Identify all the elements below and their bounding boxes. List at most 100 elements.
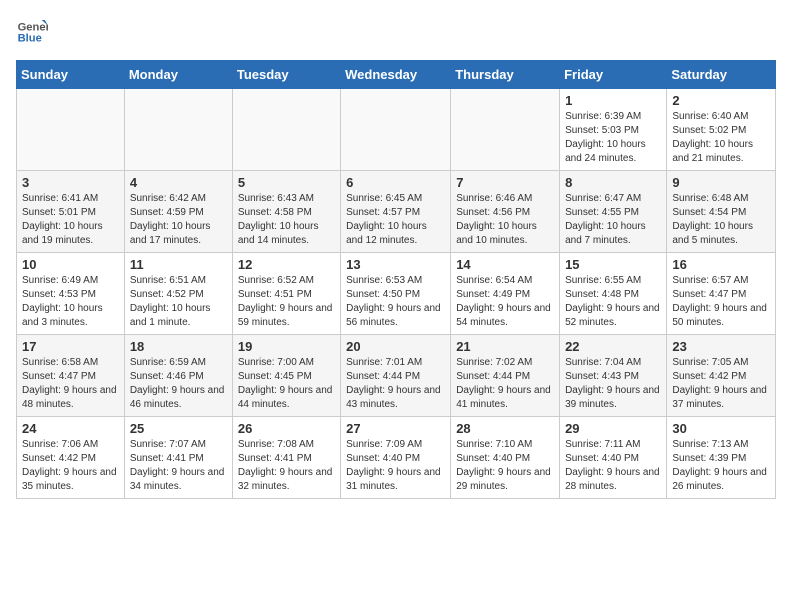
- calendar-cell: 20 Sunrise: 7:01 AM Sunset: 4:44 PM Dayli…: [341, 335, 451, 417]
- day-info: Sunrise: 7:13 AM Sunset: 4:39 PM Dayligh…: [672, 438, 770, 494]
- day-number: 8: [565, 175, 661, 190]
- day-info: Sunrise: 6:47 AM Sunset: 4:55 PM Dayligh…: [565, 192, 661, 248]
- day-info: Sunrise: 7:11 AM Sunset: 4:40 PM Dayligh…: [565, 438, 661, 494]
- weekday-header-tuesday: Tuesday: [232, 61, 340, 89]
- day-info: Sunrise: 6:52 AM Sunset: 4:51 PM Dayligh…: [238, 274, 335, 330]
- calendar-cell: 1Sunrise: 6:39 AM Sunset: 5:03 PM Daylig…: [560, 89, 667, 171]
- calendar-cell: 17 Sunrise: 6:58 AM Sunset: 4:47 PM Dayli…: [17, 335, 125, 417]
- day-info: Sunrise: 6:59 AM Sunset: 4:46 PM Dayligh…: [130, 356, 227, 412]
- day-number: 13: [346, 257, 445, 272]
- calendar-cell: 3Sunrise: 6:41 AM Sunset: 5:01 PM Daylig…: [17, 171, 125, 253]
- day-info: Sunrise: 6:49 AM Sunset: 4:53 PM Dayligh…: [22, 274, 119, 330]
- page-header: General Blue: [16, 16, 776, 48]
- day-info: Sunrise: 6:45 AM Sunset: 4:57 PM Dayligh…: [346, 192, 445, 248]
- day-number: 18: [130, 339, 227, 354]
- logo-icon: General Blue: [16, 16, 48, 48]
- calendar-cell: 26 Sunrise: 7:08 AM Sunset: 4:41 PM Dayli…: [232, 417, 340, 499]
- day-info: Sunrise: 7:08 AM Sunset: 4:41 PM Dayligh…: [238, 438, 335, 494]
- day-number: 2: [672, 93, 770, 108]
- day-number: 22: [565, 339, 661, 354]
- day-info: Sunrise: 6:58 AM Sunset: 4:47 PM Dayligh…: [22, 356, 119, 412]
- weekday-header-wednesday: Wednesday: [341, 61, 451, 89]
- day-info: Sunrise: 6:48 AM Sunset: 4:54 PM Dayligh…: [672, 192, 770, 248]
- weekday-header-saturday: Saturday: [667, 61, 776, 89]
- weekday-header-friday: Friday: [560, 61, 667, 89]
- calendar-cell: 8 Sunrise: 6:47 AM Sunset: 4:55 PM Daylig…: [560, 171, 667, 253]
- calendar-cell: 7 Sunrise: 6:46 AM Sunset: 4:56 PM Daylig…: [451, 171, 560, 253]
- calendar-cell: 22 Sunrise: 7:04 AM Sunset: 4:43 PM Dayli…: [560, 335, 667, 417]
- day-number: 26: [238, 421, 335, 436]
- calendar-cell: 6 Sunrise: 6:45 AM Sunset: 4:57 PM Daylig…: [341, 171, 451, 253]
- day-info: Sunrise: 6:54 AM Sunset: 4:49 PM Dayligh…: [456, 274, 554, 330]
- calendar-week-5: 24Sunrise: 7:06 AM Sunset: 4:42 PM Dayli…: [17, 417, 776, 499]
- calendar-cell: [341, 89, 451, 171]
- day-number: 5: [238, 175, 335, 190]
- calendar-week-2: 3Sunrise: 6:41 AM Sunset: 5:01 PM Daylig…: [17, 171, 776, 253]
- calendar-cell: 28 Sunrise: 7:10 AM Sunset: 4:40 PM Dayli…: [451, 417, 560, 499]
- calendar-cell: [451, 89, 560, 171]
- day-info: Sunrise: 6:57 AM Sunset: 4:47 PM Dayligh…: [672, 274, 770, 330]
- day-number: 6: [346, 175, 445, 190]
- day-number: 11: [130, 257, 227, 272]
- calendar-cell: 4 Sunrise: 6:42 AM Sunset: 4:59 PM Daylig…: [124, 171, 232, 253]
- day-number: 28: [456, 421, 554, 436]
- day-info: Sunrise: 6:43 AM Sunset: 4:58 PM Dayligh…: [238, 192, 335, 248]
- day-number: 21: [456, 339, 554, 354]
- calendar-week-1: 1Sunrise: 6:39 AM Sunset: 5:03 PM Daylig…: [17, 89, 776, 171]
- calendar-cell: 15 Sunrise: 6:55 AM Sunset: 4:48 PM Dayli…: [560, 253, 667, 335]
- day-info: Sunrise: 6:40 AM Sunset: 5:02 PM Dayligh…: [672, 110, 770, 166]
- day-number: 20: [346, 339, 445, 354]
- calendar-cell: 5 Sunrise: 6:43 AM Sunset: 4:58 PM Daylig…: [232, 171, 340, 253]
- logo: General Blue: [16, 16, 52, 48]
- calendar-cell: 11Sunrise: 6:51 AM Sunset: 4:52 PM Dayli…: [124, 253, 232, 335]
- day-info: Sunrise: 6:46 AM Sunset: 4:56 PM Dayligh…: [456, 192, 554, 248]
- day-number: 27: [346, 421, 445, 436]
- calendar-cell: [232, 89, 340, 171]
- calendar-cell: 9 Sunrise: 6:48 AM Sunset: 4:54 PM Daylig…: [667, 171, 776, 253]
- day-info: Sunrise: 7:00 AM Sunset: 4:45 PM Dayligh…: [238, 356, 335, 412]
- day-number: 15: [565, 257, 661, 272]
- calendar-cell: 18 Sunrise: 6:59 AM Sunset: 4:46 PM Dayli…: [124, 335, 232, 417]
- day-info: Sunrise: 7:01 AM Sunset: 4:44 PM Dayligh…: [346, 356, 445, 412]
- day-info: Sunrise: 6:42 AM Sunset: 4:59 PM Dayligh…: [130, 192, 227, 248]
- day-number: 17: [22, 339, 119, 354]
- day-info: Sunrise: 6:53 AM Sunset: 4:50 PM Dayligh…: [346, 274, 445, 330]
- calendar-cell: 2 Sunrise: 6:40 AM Sunset: 5:02 PM Daylig…: [667, 89, 776, 171]
- calendar-cell: 10 Sunrise: 6:49 AM Sunset: 4:53 PM Dayli…: [17, 253, 125, 335]
- day-number: 30: [672, 421, 770, 436]
- day-number: 7: [456, 175, 554, 190]
- weekday-header-row: SundayMondayTuesdayWednesdayThursdayFrid…: [17, 61, 776, 89]
- svg-text:Blue: Blue: [18, 33, 42, 45]
- calendar-cell: 29Sunrise: 7:11 AM Sunset: 4:40 PM Dayli…: [560, 417, 667, 499]
- calendar-cell: 30 Sunrise: 7:13 AM Sunset: 4:39 PM Dayli…: [667, 417, 776, 499]
- calendar-cell: 27 Sunrise: 7:09 AM Sunset: 4:40 PM Dayli…: [341, 417, 451, 499]
- day-number: 16: [672, 257, 770, 272]
- day-info: Sunrise: 6:39 AM Sunset: 5:03 PM Dayligh…: [565, 110, 661, 166]
- day-info: Sunrise: 7:09 AM Sunset: 4:40 PM Dayligh…: [346, 438, 445, 494]
- calendar-week-3: 10 Sunrise: 6:49 AM Sunset: 4:53 PM Dayli…: [17, 253, 776, 335]
- day-number: 3: [22, 175, 119, 190]
- calendar-cell: 25 Sunrise: 7:07 AM Sunset: 4:41 PM Dayli…: [124, 417, 232, 499]
- day-number: 12: [238, 257, 335, 272]
- calendar-cell: 16 Sunrise: 6:57 AM Sunset: 4:47 PM Dayli…: [667, 253, 776, 335]
- day-number: 4: [130, 175, 227, 190]
- day-info: Sunrise: 7:02 AM Sunset: 4:44 PM Dayligh…: [456, 356, 554, 412]
- weekday-header-thursday: Thursday: [451, 61, 560, 89]
- day-number: 9: [672, 175, 770, 190]
- calendar-cell: [17, 89, 125, 171]
- day-info: Sunrise: 7:04 AM Sunset: 4:43 PM Dayligh…: [565, 356, 661, 412]
- day-info: Sunrise: 6:55 AM Sunset: 4:48 PM Dayligh…: [565, 274, 661, 330]
- day-number: 10: [22, 257, 119, 272]
- svg-text:General: General: [18, 21, 48, 33]
- calendar-table: SundayMondayTuesdayWednesdayThursdayFrid…: [16, 60, 776, 499]
- day-info: Sunrise: 7:10 AM Sunset: 4:40 PM Dayligh…: [456, 438, 554, 494]
- day-info: Sunrise: 7:05 AM Sunset: 4:42 PM Dayligh…: [672, 356, 770, 412]
- day-number: 24: [22, 421, 119, 436]
- calendar-cell: 13 Sunrise: 6:53 AM Sunset: 4:50 PM Dayli…: [341, 253, 451, 335]
- calendar-cell: 14Sunrise: 6:54 AM Sunset: 4:49 PM Dayli…: [451, 253, 560, 335]
- day-info: Sunrise: 7:07 AM Sunset: 4:41 PM Dayligh…: [130, 438, 227, 494]
- day-number: 25: [130, 421, 227, 436]
- calendar-cell: 23Sunrise: 7:05 AM Sunset: 4:42 PM Dayli…: [667, 335, 776, 417]
- calendar-week-4: 17 Sunrise: 6:58 AM Sunset: 4:47 PM Dayli…: [17, 335, 776, 417]
- calendar-cell: 12 Sunrise: 6:52 AM Sunset: 4:51 PM Dayli…: [232, 253, 340, 335]
